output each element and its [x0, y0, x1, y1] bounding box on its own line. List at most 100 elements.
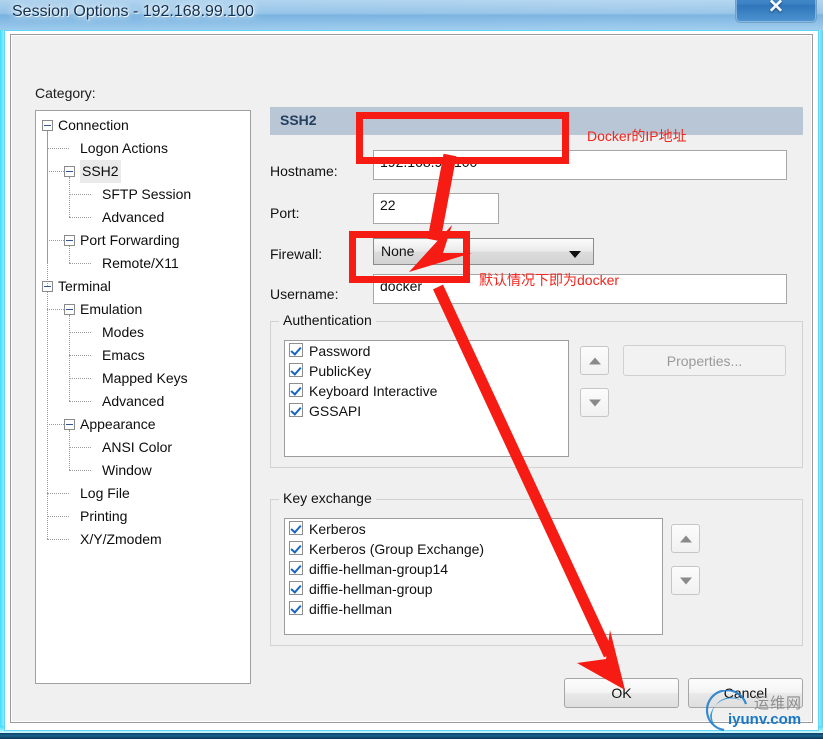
- tree-item-connection[interactable]: Connection: [36, 114, 250, 137]
- close-button[interactable]: ✕: [735, 0, 817, 23]
- checkbox-row[interactable]: Keyboard Interactive: [285, 381, 568, 401]
- tree-item-label: Port Forwarding: [80, 232, 180, 248]
- tree-connector: [69, 177, 70, 217]
- auth-move-down-button[interactable]: [580, 388, 609, 417]
- session-options-window: Session Options - 192.168.99.100 ✕ Categ…: [0, 0, 823, 733]
- tree-connector: [69, 470, 91, 471]
- tree-collapse-icon[interactable]: [64, 166, 75, 177]
- checkbox-row[interactable]: Password: [285, 341, 568, 361]
- checkbox-checked-icon[interactable]: [289, 561, 303, 575]
- tree-item-label: Printing: [80, 508, 128, 524]
- tree-connector: [47, 309, 64, 310]
- cancel-button-label: Cancel: [723, 685, 768, 701]
- taskbar-strip: [0, 733, 823, 739]
- checkbox-checked-icon[interactable]: [289, 601, 303, 615]
- tree-item-label: Advanced: [102, 393, 165, 409]
- category-label: Category:: [35, 85, 96, 101]
- close-icon: ✕: [768, 0, 784, 18]
- triangle-down-icon: [588, 399, 601, 406]
- tree-collapse-icon[interactable]: [64, 235, 75, 246]
- checkbox-row[interactable]: GSSAPI: [285, 401, 568, 421]
- pane-header: SSH2: [270, 107, 803, 135]
- checkbox-row[interactable]: Kerberos (Group Exchange): [285, 539, 662, 559]
- checkbox-label: Password: [309, 343, 371, 359]
- tree-connector: [69, 430, 70, 470]
- tree-connector: [69, 332, 91, 333]
- tree-connector: [69, 355, 91, 356]
- port-input[interactable]: 22: [373, 193, 499, 224]
- tree-item-label: X/Y/Zmodem: [80, 531, 162, 547]
- tree-item-terminal[interactable]: Terminal: [36, 275, 250, 298]
- triangle-up-icon: [679, 535, 692, 542]
- authentication-group-title: Authentication: [279, 312, 376, 328]
- checkbox-row[interactable]: Kerberos: [285, 519, 662, 539]
- key-exchange-group-title: Key exchange: [279, 490, 376, 506]
- triangle-up-icon: [588, 357, 601, 364]
- kex-move-down-button[interactable]: [671, 566, 700, 595]
- checkbox-checked-icon[interactable]: [289, 363, 303, 377]
- tree-connector: [47, 539, 69, 540]
- auth-properties-button[interactable]: Properties...: [623, 345, 786, 376]
- tree-connector: [69, 401, 91, 402]
- tree-connector: [47, 240, 64, 241]
- tree-collapse-icon[interactable]: [64, 304, 75, 315]
- auth-properties-label: Properties...: [666, 352, 743, 369]
- tree-item-label: Advanced: [102, 209, 165, 225]
- checkbox-checked-icon[interactable]: [289, 343, 303, 357]
- tree-connector: [69, 246, 70, 263]
- hostname-input[interactable]: 192.168.99.100: [373, 150, 787, 180]
- checkbox-label: Keyboard Interactive: [309, 383, 438, 399]
- tree-connector: [69, 447, 91, 448]
- tree-connector: [69, 217, 91, 218]
- tree-item-label: Log File: [80, 485, 130, 501]
- tree-item-label: Emulation: [80, 301, 143, 317]
- tree-connector: [47, 148, 69, 149]
- tree-connector: [47, 493, 69, 494]
- tree-item-label: Emacs: [102, 347, 145, 363]
- checkbox-label: Kerberos (Group Exchange): [309, 541, 485, 557]
- key-exchange-list[interactable]: Kerberos Kerberos (Group Exchange) diffie-…: [284, 518, 663, 635]
- tree-item-label: Window: [102, 462, 152, 478]
- window-title: Session Options - 192.168.99.100: [12, 3, 254, 20]
- tree-connector: [47, 424, 64, 425]
- username-label: Username:: [270, 286, 339, 302]
- tree-collapse-icon[interactable]: [64, 419, 75, 430]
- tree-item-label: Terminal: [58, 278, 111, 294]
- tree-item-label: SSH2: [80, 160, 121, 183]
- tree-item-label: Mapped Keys: [102, 370, 188, 386]
- tree-collapse-icon[interactable]: [42, 120, 53, 131]
- checkbox-row[interactable]: PublicKey: [285, 361, 568, 381]
- tree-connector: [47, 171, 64, 172]
- checkbox-checked-icon[interactable]: [289, 521, 303, 535]
- checkbox-checked-icon[interactable]: [289, 383, 303, 397]
- kex-move-up-button[interactable]: [671, 524, 700, 553]
- checkbox-row[interactable]: diffie-hellman-group: [285, 579, 662, 599]
- authentication-list[interactable]: Password PublicKey Keyboard Interactive GSS…: [284, 340, 569, 457]
- checkbox-row[interactable]: diffie-hellman-group14: [285, 559, 662, 579]
- checkbox-checked-icon[interactable]: [289, 581, 303, 595]
- checkbox-label: diffie-hellman-group: [309, 581, 433, 597]
- checkbox-checked-icon[interactable]: [289, 403, 303, 417]
- checkbox-row[interactable]: diffie-hellman: [285, 599, 662, 619]
- title-bar: Session Options - 192.168.99.100: [0, 0, 823, 30]
- cancel-button[interactable]: Cancel: [688, 678, 803, 708]
- tree-item-label: Modes: [102, 324, 145, 340]
- checkbox-label: GSSAPI: [309, 403, 362, 419]
- tree-item-label: ANSI Color: [102, 439, 173, 455]
- checkbox-checked-icon[interactable]: [289, 541, 303, 555]
- tree-item-label: SFTP Session: [102, 186, 192, 202]
- tree-item-label: Connection: [58, 117, 129, 133]
- tree-item-label: Appearance: [80, 416, 156, 432]
- category-tree[interactable]: Connection Logon Actions SSH2 SFTP Session A…: [35, 110, 251, 684]
- chevron-down-icon: [569, 251, 581, 258]
- authentication-group: Authentication Password PublicKey Keyboard…: [270, 312, 803, 468]
- username-input[interactable]: docker: [373, 274, 787, 304]
- tree-connector: [69, 315, 70, 401]
- checkbox-label: diffie-hellman-group14: [309, 561, 449, 577]
- ok-button[interactable]: OK: [564, 678, 679, 708]
- auth-move-up-button[interactable]: [580, 346, 609, 375]
- dialog-body: Category: Connection Logon Actions SSH2 SFT…: [10, 34, 813, 723]
- tree-connector: [47, 516, 69, 517]
- tree-connector: [69, 378, 91, 379]
- firewall-select[interactable]: None: [373, 238, 594, 265]
